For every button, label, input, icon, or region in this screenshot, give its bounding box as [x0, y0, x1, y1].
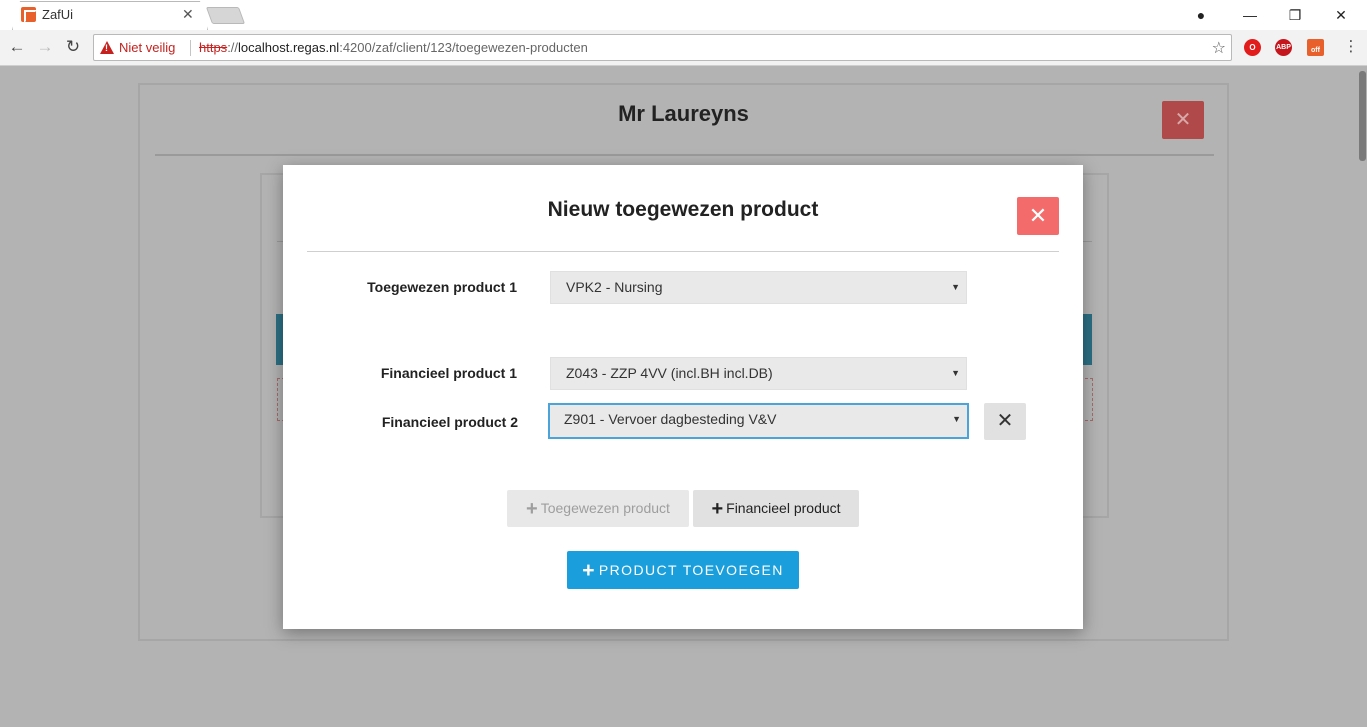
security-label[interactable]: Niet veilig	[119, 40, 175, 55]
background-dialog-title: Mr Laureyns	[618, 101, 749, 126]
close-icon: ✕	[996, 410, 1014, 432]
adblock-extension-icon[interactable]: ABP	[1275, 39, 1292, 56]
assigned-product-1-select[interactable]: VPK2 - Nursing ▼	[550, 271, 967, 304]
scrollbar-thumb[interactable]	[1359, 71, 1366, 161]
add-financial-product-button[interactable]: + Financieel product	[693, 490, 859, 527]
url-separator: ://	[227, 40, 239, 55]
new-tab-button[interactable]	[205, 7, 246, 24]
profile-icon[interactable]: ●	[1191, 5, 1211, 25]
browser-toolbar: ← → ↻ ! Niet veilig https://localhost.re…	[0, 30, 1367, 66]
chevron-down-icon: ▼	[951, 282, 960, 292]
divider	[307, 251, 1059, 252]
opera-extension-icon[interactable]: O	[1244, 39, 1261, 56]
remove-financial-product-2-button[interactable]: ✕	[984, 403, 1026, 440]
background-close-button[interactable]: ✕	[1162, 101, 1204, 139]
window-close-button[interactable]: ✕	[1331, 5, 1351, 25]
maximize-button[interactable]: ❐	[1285, 5, 1305, 25]
menu-icon[interactable]: ⋮	[1340, 36, 1362, 58]
warning-icon: !	[100, 41, 114, 54]
chevron-down-icon: ▼	[951, 368, 960, 378]
browser-tabstrip: ZafUi ✕ ● — ❐ ✕	[0, 0, 1367, 30]
plus-icon: +	[582, 559, 596, 582]
bookmark-star-icon[interactable]: ☆	[1212, 38, 1226, 58]
select-value: VPK2 - Nursing	[566, 279, 663, 295]
divider	[190, 40, 191, 56]
assigned-product-1-label: Toegewezen product 1	[367, 279, 517, 295]
scrollbar[interactable]	[1358, 67, 1367, 727]
address-bar[interactable]: ! Niet veilig https://localhost.regas.nl…	[93, 34, 1232, 61]
add-assigned-product-button[interactable]: + Toegewezen product	[507, 490, 689, 527]
url-scheme: https	[199, 40, 228, 55]
tab-close-icon[interactable]: ✕	[182, 6, 194, 22]
url-text[interactable]: https://localhost.regas.nl:4200/zaf/clie…	[199, 40, 588, 55]
financial-product-1-select[interactable]: Z043 - ZZP 4VV (incl.BH incl.DB) ▼	[550, 357, 967, 390]
financial-product-2-select[interactable]: Z901 - Vervoer dagbesteding V&V ▼	[548, 403, 969, 439]
url-host: localhost.regas.nl	[238, 40, 340, 55]
add-financial-product-label: Financieel product	[726, 500, 841, 516]
minimize-button[interactable]: —	[1240, 5, 1260, 25]
back-button[interactable]: ←	[6, 36, 28, 58]
reload-button[interactable]: ↻	[62, 36, 84, 58]
chevron-down-icon: ▼	[952, 414, 961, 424]
add-assigned-product-label: Toegewezen product	[540, 500, 670, 516]
submit-label: PRODUCT TOEVOEGEN	[598, 562, 784, 578]
tab-title: ZafUi	[42, 7, 74, 22]
financial-product-2-label: Financieel product 2	[381, 414, 518, 430]
divider	[155, 154, 1214, 156]
forward-button[interactable]: →	[34, 36, 56, 58]
add-product-submit-button[interactable]: + PRODUCT TOEVOEGEN	[567, 551, 799, 589]
select-value: Z043 - ZZP 4VV (incl.BH incl.DB)	[566, 365, 773, 381]
plus-icon: +	[711, 498, 724, 520]
favicon-icon	[21, 7, 37, 23]
financial-product-1-label: Financieel product 1	[380, 365, 517, 381]
select-value: Z901 - Vervoer dagbesteding V&V	[564, 411, 777, 427]
modal-title: Nieuw toegewezen product	[547, 198, 819, 221]
modal-close-button[interactable]: ✕	[1017, 197, 1059, 235]
new-assigned-product-modal: Nieuw toegewezen product ✕ Toegewezen pr…	[283, 165, 1083, 629]
url-path: :4200/zaf/client/123/toegewezen-producte…	[339, 40, 588, 55]
extension-off-icon[interactable]: off	[1307, 39, 1324, 56]
plus-icon: +	[526, 498, 538, 520]
